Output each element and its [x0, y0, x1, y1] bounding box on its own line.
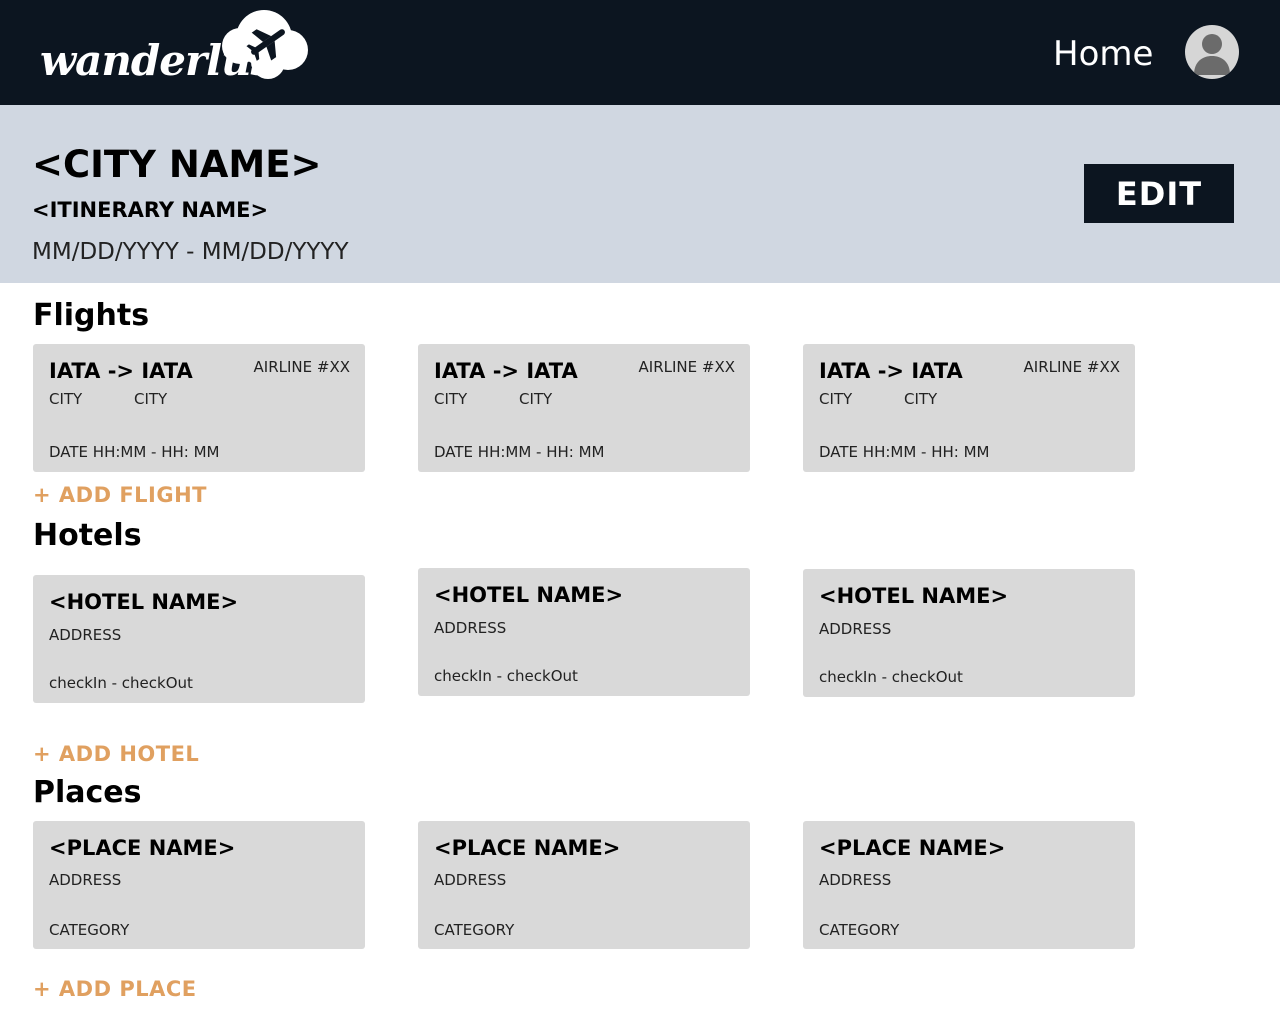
user-avatar-icon[interactable]	[1185, 25, 1239, 79]
hotel-card[interactable]: <HOTEL NAME> ADDRESS checkIn - checkOut	[803, 569, 1135, 697]
city-name-title: <CITY NAME>	[32, 143, 322, 186]
flight-time: DATE HH:MM - HH: MM	[819, 443, 990, 461]
flight-route: IATA -> IATA	[49, 359, 193, 383]
places-section-title: Places	[33, 775, 142, 810]
edit-button[interactable]: EDIT	[1084, 164, 1234, 223]
place-category: CATEGORY	[49, 921, 130, 939]
flight-to-city: CITY	[519, 390, 553, 408]
place-name: <PLACE NAME>	[434, 836, 621, 860]
flight-airline: AIRLINE #XX	[1023, 358, 1120, 376]
top-bar: wanderlus Home	[0, 0, 1280, 105]
hotel-stay-dates: checkIn - checkOut	[819, 668, 963, 686]
place-category: CATEGORY	[434, 921, 515, 939]
flight-from-city: CITY	[49, 390, 83, 408]
trip-header: <CITY NAME> <ITINERARY NAME> MM/DD/YYYY …	[0, 105, 1280, 283]
place-category: CATEGORY	[819, 921, 900, 939]
flight-route: IATA -> IATA	[434, 359, 578, 383]
cloud-airplane-icon	[222, 10, 308, 79]
place-card[interactable]: <PLACE NAME> ADDRESS CATEGORY	[418, 821, 750, 949]
place-card[interactable]: <PLACE NAME> ADDRESS CATEGORY	[803, 821, 1135, 949]
hotel-stay-dates: checkIn - checkOut	[49, 674, 193, 692]
trip-dates: MM/DD/YYYY - MM/DD/YYYY	[32, 239, 349, 265]
flight-card[interactable]: IATA -> IATA AIRLINE #XX CITY CITY DATE …	[33, 344, 365, 472]
hotel-address: ADDRESS	[819, 620, 892, 638]
flight-from-city: CITY	[819, 390, 853, 408]
add-place-link[interactable]: + ADD PLACE	[33, 977, 197, 1001]
place-name: <PLACE NAME>	[49, 836, 236, 860]
flight-card[interactable]: IATA -> IATA AIRLINE #XX CITY CITY DATE …	[418, 344, 750, 472]
flights-section-title: Flights	[33, 298, 150, 333]
hotel-card[interactable]: <HOTEL NAME> ADDRESS checkIn - checkOut	[33, 575, 365, 703]
hotel-address: ADDRESS	[434, 619, 507, 637]
place-card[interactable]: <PLACE NAME> ADDRESS CATEGORY	[33, 821, 365, 949]
user-silhouette-icon	[1194, 34, 1230, 75]
flight-to-city: CITY	[904, 390, 938, 408]
flight-time: DATE HH:MM - HH: MM	[434, 443, 605, 461]
hotel-name: <HOTEL NAME>	[49, 590, 239, 614]
hotel-address: ADDRESS	[49, 626, 122, 644]
hotel-name: <HOTEL NAME>	[434, 583, 624, 607]
add-flight-link[interactable]: + ADD FLIGHT	[33, 483, 207, 507]
hotel-name: <HOTEL NAME>	[819, 584, 1009, 608]
flight-airline: AIRLINE #XX	[253, 358, 350, 376]
nav-home-link[interactable]: Home	[1053, 34, 1153, 74]
hotel-card[interactable]: <HOTEL NAME> ADDRESS checkIn - checkOut	[418, 568, 750, 696]
place-address: ADDRESS	[434, 871, 507, 889]
hotel-stay-dates: checkIn - checkOut	[434, 667, 578, 685]
flight-airline: AIRLINE #XX	[638, 358, 735, 376]
add-hotel-link[interactable]: + ADD HOTEL	[33, 742, 199, 766]
itinerary-name: <ITINERARY NAME>	[32, 198, 269, 222]
flight-from-city: CITY	[434, 390, 468, 408]
flight-route: IATA -> IATA	[819, 359, 963, 383]
flight-card[interactable]: IATA -> IATA AIRLINE #XX CITY CITY DATE …	[803, 344, 1135, 472]
place-address: ADDRESS	[49, 871, 122, 889]
flight-time: DATE HH:MM - HH: MM	[49, 443, 220, 461]
place-address: ADDRESS	[819, 871, 892, 889]
hotels-section-title: Hotels	[33, 518, 142, 553]
wanderlust-logo[interactable]: wanderlus	[40, 8, 310, 92]
place-name: <PLACE NAME>	[819, 836, 1006, 860]
flight-to-city: CITY	[134, 390, 168, 408]
